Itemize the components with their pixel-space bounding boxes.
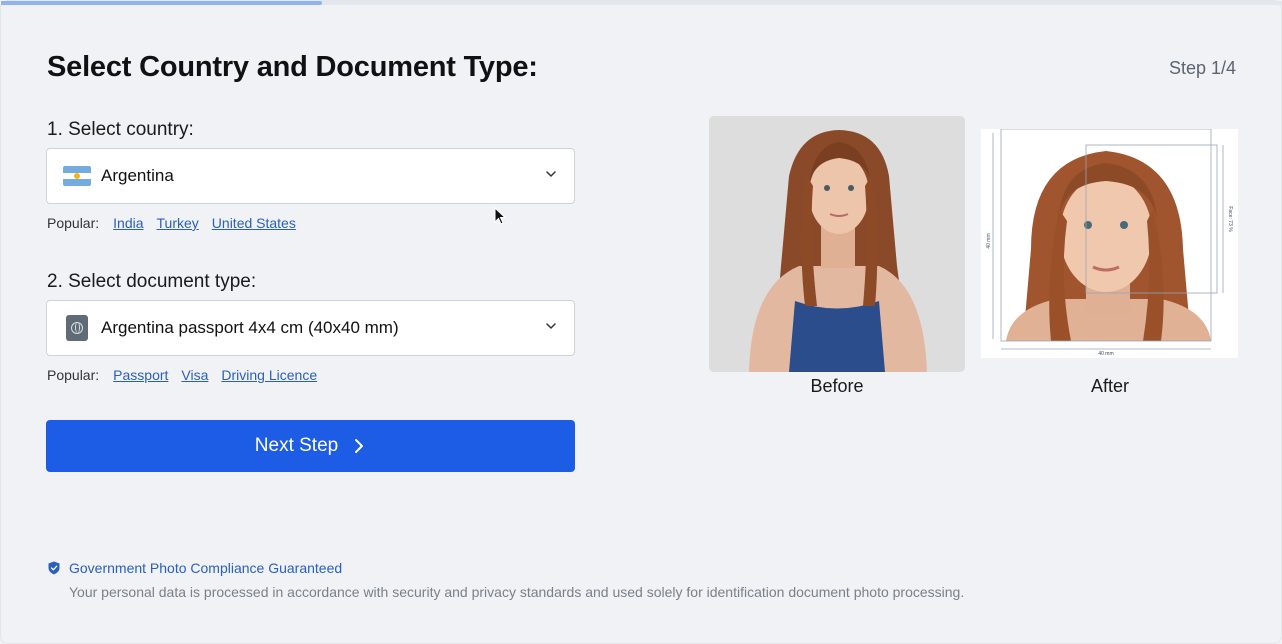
chevron-down-icon [546,171,556,177]
popular-documents: Popular: Passport Visa Driving Licence [47,367,330,383]
popular-doc-driving-licence[interactable]: Driving Licence [221,367,317,383]
before-caption: Before [810,376,864,396]
compliance-text: Government Photo Compliance Guaranteed [69,560,343,576]
popular-country-turkey[interactable]: Turkey [157,215,199,231]
passport-icon [66,315,88,341]
argentina-flag-icon [63,166,91,186]
popular-documents-label: Popular: [47,367,100,383]
shield-check-icon [48,561,60,575]
popular-country-united-states[interactable]: United States [212,215,296,231]
country-label: 1. Select country: [47,119,194,140]
document-select-value: Argentina passport 4x4 cm (40x40 mm) [101,318,399,337]
after-width-guide: 40 mm [1098,351,1113,357]
after-caption: After [1090,376,1129,396]
after-face-guide: Face: 73 % [1227,206,1233,232]
before-photo [709,116,965,372]
next-step-label: Next Step [254,435,339,456]
popular-doc-visa[interactable]: Visa [181,367,208,383]
popular-countries: Popular: India Turkey United States [47,215,309,231]
progress-bar-fill [1,1,322,5]
compliance-notice: Government Photo Compliance Guaranteed [48,560,342,576]
document-label: 2. Select document type: [47,271,257,292]
popular-country-india[interactable]: India [113,215,143,231]
progress-bar [1,1,1282,5]
chevron-right-icon [355,439,364,453]
popular-doc-passport[interactable]: Passport [113,367,168,383]
privacy-text: Your personal data is processed in accor… [69,584,965,600]
next-step-button[interactable]: Next Step [46,420,575,472]
popular-countries-label: Popular: [47,215,100,231]
chevron-down-icon [546,323,556,329]
after-photo: 40 mm 40 mm Face: 73 % [981,129,1238,358]
page: Select Country and Document Type: Step 1… [0,0,1282,644]
document-select[interactable]: Argentina passport 4x4 cm (40x40 mm) [46,300,575,356]
after-height-guide: 40 mm [986,233,992,248]
page-title: Select Country and Document Type: [47,51,538,83]
country-select-value: Argentina [101,166,174,185]
step-indicator: Step 1/4 [1168,58,1236,78]
mouse-cursor-icon [494,207,507,225]
country-select[interactable]: Argentina [46,148,575,204]
